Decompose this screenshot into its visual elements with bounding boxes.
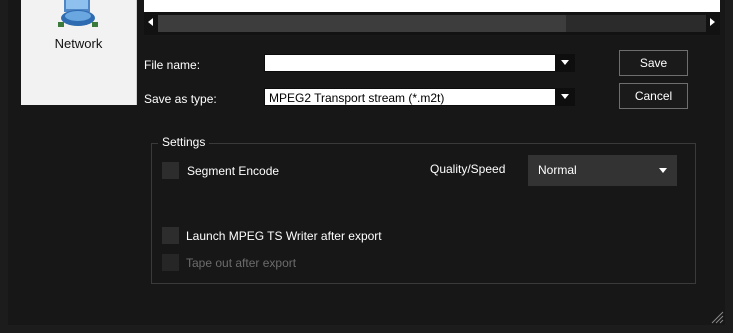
tape-out-label: Tape out after export — [186, 256, 297, 270]
file-name-label: File name: — [144, 58, 201, 72]
chevron-down-icon — [561, 60, 569, 65]
save-as-type-label: Save as type: — [144, 92, 217, 106]
save-as-type-value: MPEG2 Transport stream (*.m2t) — [269, 91, 445, 105]
scrollbar-thumb[interactable] — [158, 15, 566, 32]
places-network-item[interactable]: Network — [21, 0, 137, 105]
file-list[interactable] — [144, 0, 720, 12]
chevron-down-icon — [561, 94, 569, 99]
arrow-left-icon[interactable] — [148, 18, 153, 26]
resize-grip-icon[interactable] — [710, 310, 724, 324]
file-name-input[interactable] — [264, 54, 575, 72]
quality-speed-label: Quality/Speed — [430, 162, 506, 176]
segment-encode-checkbox[interactable] — [162, 162, 179, 179]
save-as-type-dropdown-button[interactable] — [555, 88, 575, 106]
quality-speed-value: Normal — [538, 163, 577, 177]
file-name-dropdown-button[interactable] — [555, 54, 575, 72]
cancel-button[interactable]: Cancel — [619, 83, 688, 109]
launch-writer-checkbox[interactable] — [162, 227, 179, 244]
chevron-down-icon — [659, 168, 667, 173]
launch-writer-label: Launch MPEG TS Writer after export — [186, 229, 382, 243]
segment-encode-label: Segment Encode — [187, 164, 280, 178]
network-label: Network — [54, 36, 103, 51]
save-button[interactable]: Save — [619, 50, 688, 76]
settings-legend: Settings — [158, 135, 210, 149]
arrow-right-icon[interactable] — [710, 18, 715, 26]
quality-speed-select[interactable]: Normal — [528, 155, 677, 186]
horizontal-scrollbar[interactable] — [144, 12, 720, 35]
save-as-type-select[interactable]: MPEG2 Transport stream (*.m2t) — [264, 88, 575, 106]
network-icon — [58, 0, 98, 27]
tape-out-checkbox — [162, 254, 179, 271]
